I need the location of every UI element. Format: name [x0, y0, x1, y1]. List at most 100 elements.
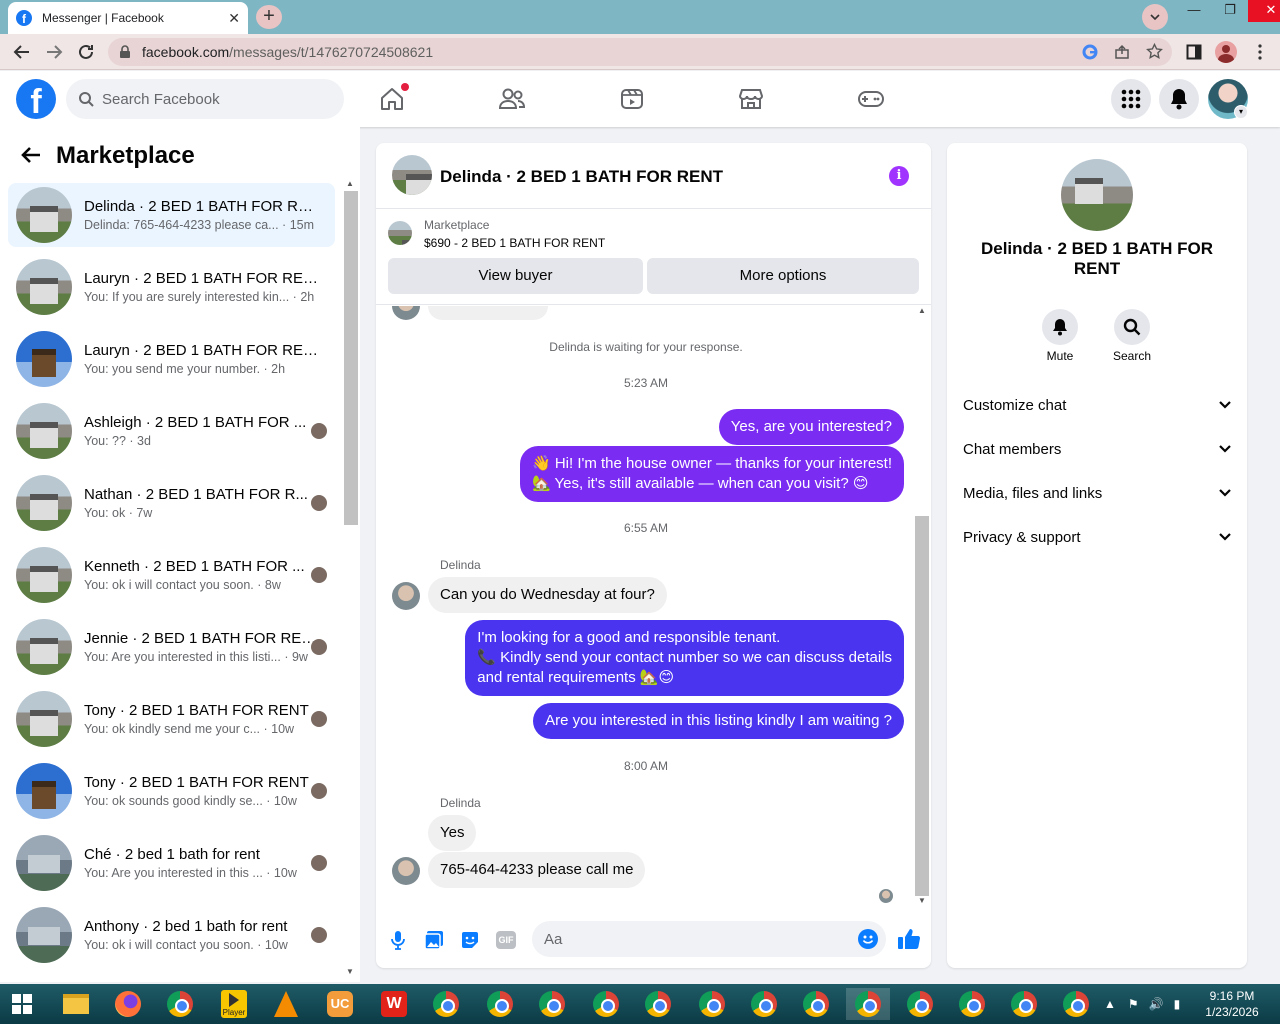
scroll-up-arrow-icon[interactable]: ▲ — [918, 306, 926, 315]
bookmark-star-icon[interactable] — [1146, 43, 1163, 60]
media-files-links-section[interactable]: Media, files and links — [963, 471, 1231, 515]
marketplace-nav-button[interactable] — [735, 83, 767, 115]
back-button[interactable] — [20, 145, 42, 165]
watch-nav-button[interactable] — [616, 83, 648, 115]
conversation-item[interactable]: Tony · 2 BED 1 BATH FOR RENT You: ok soun… — [8, 759, 335, 823]
listing-thumbnail[interactable] — [388, 221, 412, 245]
message-bubble-outgoing[interactable]: Yes, are you interested? — [718, 409, 904, 445]
tray-overflow-icon[interactable]: ▲ — [1104, 997, 1116, 1011]
scrollbar-thumb[interactable] — [344, 191, 358, 525]
vlc-icon[interactable] — [264, 988, 308, 1020]
chrome-window-6[interactable] — [690, 988, 734, 1020]
photo-icon[interactable] — [423, 929, 445, 951]
signal-icon[interactable]: ▮ — [1174, 997, 1181, 1011]
maximize-button[interactable]: ❐ — [1212, 0, 1248, 22]
view-buyer-button[interactable]: View buyer — [388, 258, 643, 294]
browser-menu-button[interactable] — [1248, 40, 1272, 64]
message-bubble-incoming[interactable]: Yes — [428, 815, 477, 851]
browser-tab[interactable]: f Messenger | Facebook ✕ — [8, 2, 248, 34]
conversation-item[interactable]: Nathan · 2 BED 1 BATH FOR R... You: ok · … — [8, 471, 335, 535]
conversation-item[interactable]: Tony · 2 BED 1 BATH FOR RENT You: ok kind… — [8, 687, 335, 751]
notifications-button[interactable] — [1159, 79, 1199, 119]
privacy-support-section[interactable]: Privacy & support — [963, 515, 1231, 559]
sticker-icon[interactable] — [459, 929, 481, 951]
system-clock[interactable]: 9:16 PM 1/23/2026 — [1200, 988, 1264, 1020]
conversation-item[interactable]: Delinda · 2 BED 1 BATH FOR RENT Delinda: … — [8, 183, 335, 247]
forward-button[interactable] — [42, 40, 66, 64]
address-bar[interactable]: facebook.com/messages/t/1476270724508621 — [108, 38, 1172, 66]
conversation-item[interactable]: Kenneth · 2 BED 1 BATH FOR ... You: ok i … — [8, 543, 335, 607]
customize-chat-section[interactable]: Customize chat — [963, 383, 1231, 427]
share-icon[interactable] — [1114, 44, 1130, 60]
mute-button[interactable] — [1042, 309, 1078, 345]
chrome-window-2[interactable] — [478, 988, 522, 1020]
media-player-icon[interactable]: Player — [212, 988, 256, 1020]
thumbs-up-icon[interactable] — [897, 927, 921, 951]
google-icon[interactable] — [1082, 44, 1098, 60]
message-bubble-incoming-partial[interactable] — [428, 306, 548, 320]
message-bubble-outgoing[interactable]: I'm looking for a good and responsible t… — [465, 620, 904, 696]
conversation-item[interactable]: Lauryn · 2 BED 1 BATH FOR RENT You: you s… — [8, 327, 335, 391]
chrome-window-1[interactable] — [424, 988, 468, 1020]
uc-browser-icon[interactable]: UC — [318, 988, 362, 1020]
gif-icon[interactable]: GIF — [495, 929, 517, 951]
more-options-button[interactable]: More options — [647, 258, 919, 294]
chrome-window-8[interactable] — [794, 988, 838, 1020]
volume-icon[interactable]: 🔊 — [1149, 997, 1164, 1011]
message-bubble-incoming[interactable]: 765-464-4233 please call me — [428, 852, 646, 888]
chrome-window-5[interactable] — [636, 988, 680, 1020]
wps-office-icon[interactable]: W — [372, 988, 416, 1020]
scroll-down-arrow-icon[interactable]: ▼ — [918, 896, 926, 905]
chrome-window-4[interactable] — [584, 988, 628, 1020]
conversation-item[interactable]: Lauryn · 2 BED 1 BATH FOR RENT You: If yo… — [8, 255, 335, 319]
chat-avatar[interactable] — [392, 155, 432, 195]
chrome-window-12[interactable] — [1054, 988, 1098, 1020]
scroll-down-arrow-icon[interactable]: ▼ — [346, 967, 354, 976]
emoji-icon[interactable] — [858, 929, 878, 949]
info-icon[interactable]: i — [889, 166, 909, 186]
gaming-nav-button[interactable] — [855, 83, 887, 115]
firefox-icon[interactable] — [106, 988, 150, 1020]
conversation-item[interactable]: Ché · 2 bed 1 bath for rent You: Are you … — [8, 831, 335, 895]
chat-members-section[interactable]: Chat members — [963, 427, 1231, 471]
search-input[interactable] — [102, 90, 322, 108]
listing-price[interactable]: $690 - 2 BED 1 BATH FOR RENT — [424, 236, 605, 250]
friends-nav-button[interactable] — [496, 83, 528, 115]
chrome-window-active[interactable] — [846, 988, 890, 1020]
reload-button[interactable] — [74, 40, 98, 64]
scroll-up-arrow-icon[interactable]: ▲ — [346, 179, 354, 188]
network-flag-icon[interactable]: ⚑ — [1128, 997, 1139, 1011]
chrome-window-3[interactable] — [530, 988, 574, 1020]
microphone-icon[interactable] — [387, 929, 409, 951]
message-bubble-outgoing[interactable]: Are you interested in this listing kindl… — [533, 703, 904, 739]
conversation-item[interactable]: Anthony · 2 bed 1 bath for rent You: ok i… — [8, 903, 335, 967]
chrome-window-10[interactable] — [950, 988, 994, 1020]
message-bubble-outgoing[interactable]: 👋 Hi! I'm the house owner — thanks for y… — [519, 446, 904, 502]
chrome-window-9[interactable] — [898, 988, 942, 1020]
profile-button[interactable] — [1214, 40, 1238, 64]
back-button[interactable] — [10, 40, 34, 64]
account-chevron-down-icon[interactable]: ▾ — [1234, 105, 1248, 119]
chrome-taskbar-icon[interactable] — [158, 988, 202, 1020]
message-bubble-incoming[interactable]: Can you do Wednesday at four? — [428, 577, 667, 613]
search-in-conversation-button[interactable] — [1114, 309, 1150, 345]
new-tab-button[interactable]: + — [256, 5, 282, 29]
start-button[interactable] — [0, 988, 44, 1020]
tab-search-button[interactable] — [1142, 4, 1168, 30]
contact-avatar[interactable] — [392, 857, 420, 885]
conversation-item[interactable]: Jennie · 2 BED 1 BATH FOR RENT You: Are y… — [8, 615, 335, 679]
contact-avatar[interactable] — [392, 582, 420, 610]
message-input[interactable] — [532, 921, 886, 957]
menu-button[interactable] — [1111, 79, 1151, 119]
minimize-button[interactable]: — — [1176, 0, 1212, 22]
side-panel-button[interactable] — [1182, 40, 1206, 64]
tab-close-icon[interactable]: ✕ — [228, 10, 240, 27]
conversation-item[interactable]: Ashleigh · 2 BED 1 BATH FOR ... You: ?? ·… — [8, 399, 335, 463]
facebook-search[interactable] — [66, 79, 344, 119]
window-close-button[interactable]: ✕ — [1248, 0, 1280, 22]
chrome-window-7[interactable] — [742, 988, 786, 1020]
sidebar-scrollbar[interactable]: ▲ ▼ — [344, 179, 358, 979]
facebook-logo-icon[interactable]: f — [16, 79, 56, 119]
chrome-window-11[interactable] — [1002, 988, 1046, 1020]
chat-scrollbar[interactable]: ▲ ▼ — [915, 306, 929, 906]
